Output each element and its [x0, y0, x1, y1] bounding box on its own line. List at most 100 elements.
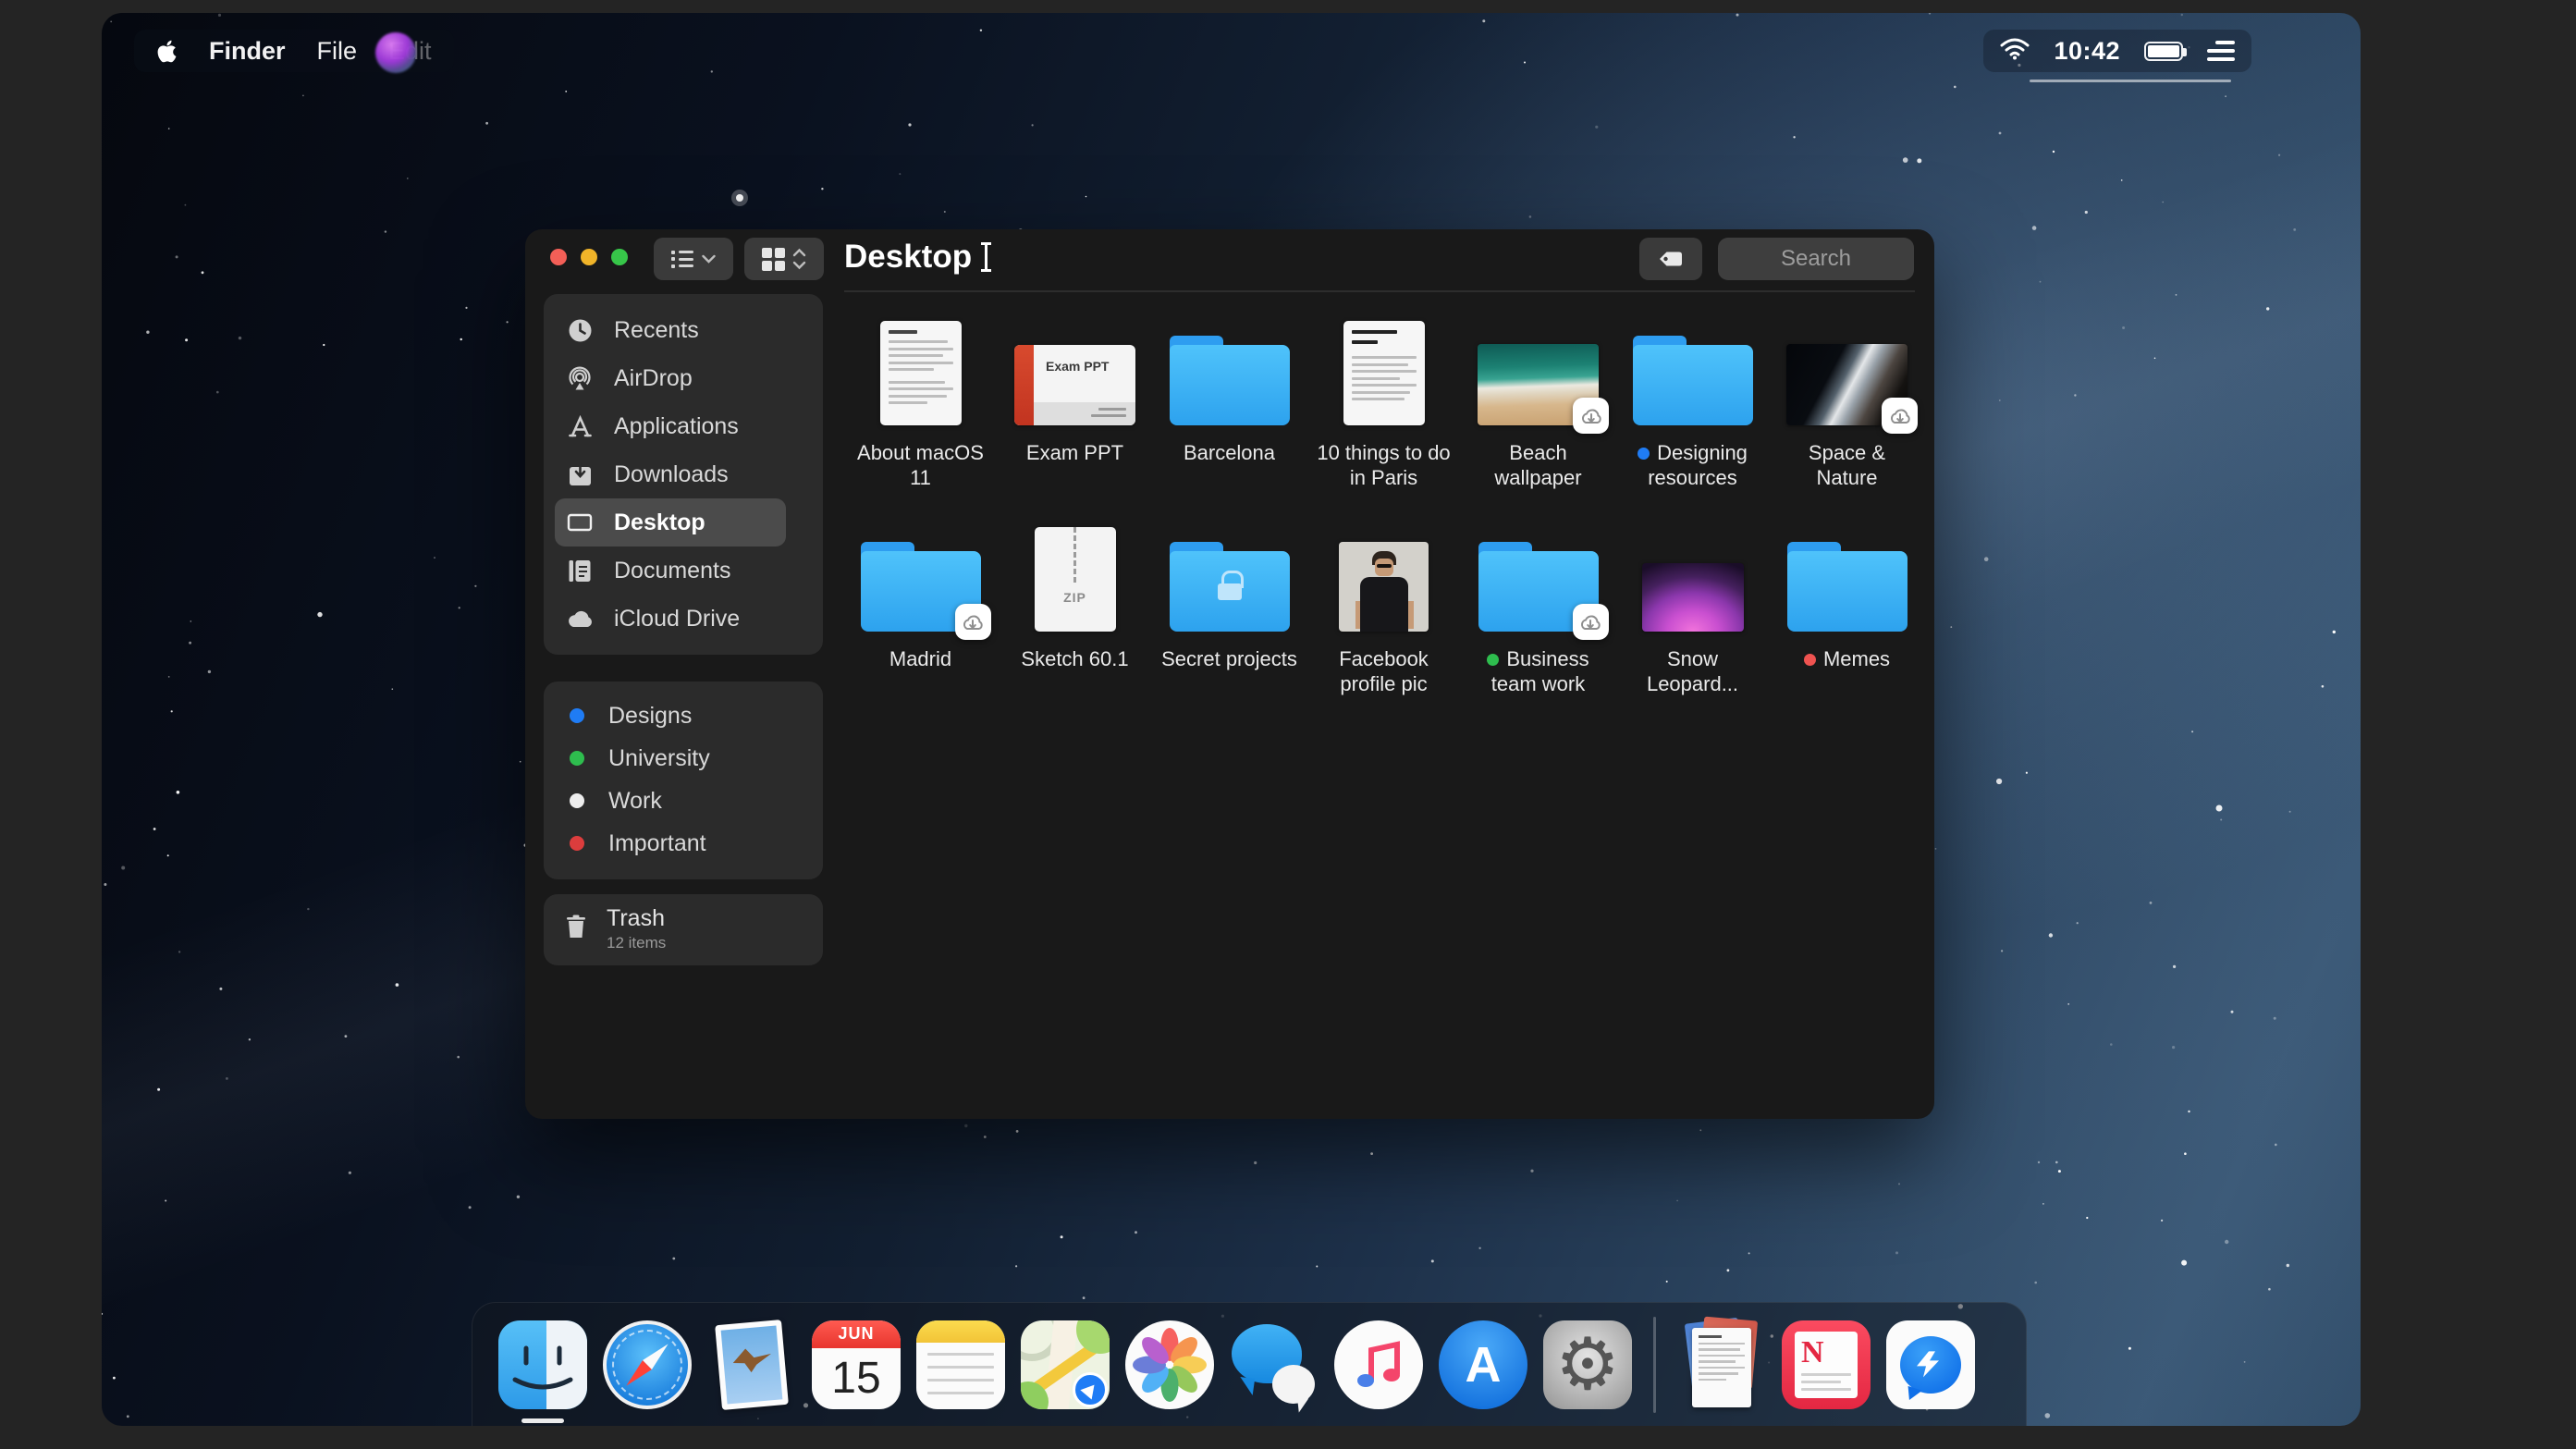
folder-memes[interactable]: Memes — [1770, 524, 1924, 731]
video-frame: Finder File Edit 10:42 — [0, 0, 2576, 1449]
cloud-download-badge — [1882, 398, 1918, 434]
cloud-download-badge — [1572, 604, 1609, 640]
menu-file[interactable]: File — [317, 37, 358, 66]
sidebar-tags: Designs University Work Important — [544, 682, 823, 879]
folder-madrid[interactable]: Madrid — [843, 524, 998, 731]
dock-notes-icon[interactable] — [916, 1320, 1005, 1409]
tag-icon — [1660, 252, 1682, 266]
presentation-file-icon: Exam PPT — [1014, 345, 1135, 425]
airdrop-icon — [566, 366, 594, 391]
document-file-icon — [879, 321, 962, 425]
view-grid-button[interactable] — [744, 238, 824, 280]
desktop-wallpaper[interactable]: Finder File Edit 10:42 — [102, 13, 2361, 1426]
menu-app-name[interactable]: Finder — [209, 37, 286, 66]
desktop-icon — [566, 511, 594, 534]
cloud-icon — [566, 608, 594, 629]
locked-folder-icon — [1169, 542, 1290, 632]
file-exam-ppt[interactable]: Exam PPT Exam PPT — [998, 318, 1152, 524]
download-icon — [566, 461, 594, 487]
file-space-and-nature[interactable]: Space & Nature — [1770, 318, 1924, 524]
lock-icon — [1217, 571, 1244, 601]
apple-menu-icon[interactable] — [156, 39, 178, 64]
document-file-icon — [1343, 321, 1425, 425]
image-thumbnail-aurora — [1641, 563, 1744, 632]
dock-documents-stack[interactable] — [1677, 1316, 1766, 1409]
dock-system-preferences-icon[interactable]: ⚙ — [1543, 1320, 1632, 1409]
status-cluster: 10:42 — [1983, 30, 2251, 72]
dock-app-store-icon[interactable]: A — [1439, 1320, 1527, 1409]
dock-safari-icon[interactable] — [603, 1320, 692, 1409]
calendar-day: 15 — [831, 1354, 881, 1403]
zoom-button[interactable] — [611, 249, 628, 265]
status-underline — [2030, 80, 2231, 82]
file-beach-wallpaper[interactable]: Beach wallpaper — [1461, 318, 1615, 524]
folder-secret-projects[interactable]: Secret projects — [1152, 524, 1306, 731]
finder-window: Desktop Recents AirDrop — [525, 229, 1934, 1119]
traffic-lights — [550, 249, 628, 265]
trash-count: 12 items — [607, 934, 667, 952]
view-list-button[interactable] — [654, 238, 733, 280]
sidebar-item-desktop[interactable]: Desktop — [555, 498, 786, 546]
trash-icon — [566, 915, 586, 943]
file-facebook-profile-pic[interactable]: Facebook profile pic — [1306, 524, 1461, 731]
grid-view-icon — [762, 248, 785, 271]
file-sketch-zip[interactable]: ZIP Sketch 60.1 — [998, 524, 1152, 731]
folder-barcelona[interactable]: Barcelona — [1152, 318, 1306, 524]
gear-icon: ⚙ — [1555, 1322, 1620, 1406]
sidebar-item-icloud[interactable]: iCloud Drive — [544, 595, 823, 643]
dock-messages-icon[interactable] — [1230, 1320, 1319, 1409]
sidebar-item-recents[interactable]: Recents — [544, 306, 823, 354]
search-input[interactable] — [1718, 238, 1914, 280]
wifi-icon[interactable] — [2000, 38, 2030, 65]
sidebar-tag-designs[interactable]: Designs — [544, 694, 823, 737]
dock-music-icon[interactable] — [1334, 1320, 1423, 1409]
tag-dot-green — [570, 751, 584, 766]
header-divider — [844, 290, 1915, 292]
tag-button[interactable] — [1639, 238, 1702, 280]
dock-finder-icon[interactable] — [498, 1320, 587, 1423]
dock-separator — [1653, 1316, 1656, 1413]
sidebar-item-downloads[interactable]: Downloads — [544, 450, 823, 498]
sidebar-favorites: Recents AirDrop Applications Downloads D… — [544, 294, 823, 655]
document-icon — [566, 559, 594, 583]
file-about-macos-11[interactable]: About macOS 11 — [843, 318, 998, 524]
sidebar-item-documents[interactable]: Documents — [544, 546, 823, 595]
calendar-month: JUN — [812, 1320, 901, 1348]
folder-business-team-work[interactable]: Business team work — [1461, 524, 1615, 731]
dock-preview-icon[interactable] — [707, 1319, 796, 1410]
dock-maps-icon[interactable] — [1021, 1320, 1110, 1409]
file-10-things-paris[interactable]: 10 things to do in Paris — [1306, 318, 1461, 524]
file-snow-leopard[interactable]: Snow Leopard... — [1615, 524, 1770, 731]
file-tag-dot-blue — [1638, 448, 1650, 460]
cursor-orb — [375, 32, 416, 73]
sidebar-tag-university[interactable]: University — [544, 737, 823, 780]
battery-icon[interactable] — [2144, 41, 2187, 61]
folder-icon — [1632, 336, 1753, 425]
sidebar-trash[interactable]: Trash 12 items — [544, 894, 823, 965]
dock-news-icon[interactable]: N — [1782, 1320, 1871, 1409]
control-center-icon[interactable] — [2207, 41, 2235, 61]
folder-designing-resources[interactable]: Designing resources — [1615, 318, 1770, 524]
dock-calendar-icon[interactable]: JUN 15 — [812, 1320, 901, 1409]
sidebar-item-airdrop[interactable]: AirDrop — [544, 354, 823, 402]
dock-photos-icon[interactable] — [1125, 1320, 1214, 1409]
dock-messenger-icon[interactable] — [1886, 1320, 1975, 1409]
folder-icon — [1169, 336, 1290, 425]
sidebar-tag-work[interactable]: Work — [544, 780, 823, 822]
minimize-button[interactable] — [581, 249, 597, 265]
sidebar-tag-important[interactable]: Important — [544, 822, 823, 865]
applications-icon — [566, 414, 594, 439]
tag-dot-white — [570, 793, 584, 808]
chevron-down-icon — [702, 254, 716, 264]
close-button[interactable] — [550, 249, 567, 265]
file-grid: About macOS 11 Exam PPT Exam PPT Barcelo… — [843, 318, 1924, 731]
photo-thumbnail-person — [1339, 542, 1429, 632]
chevron-up-down-icon — [792, 248, 806, 270]
tag-dot-red — [570, 836, 584, 851]
file-tag-dot-green — [1487, 654, 1500, 666]
sidebar-item-applications[interactable]: Applications — [544, 402, 823, 450]
trash-label: Trash — [607, 905, 665, 931]
cloud-download-badge — [954, 604, 991, 640]
dock: JUN 15 A ⚙ N — [472, 1302, 2027, 1426]
running-indicator — [521, 1418, 564, 1423]
